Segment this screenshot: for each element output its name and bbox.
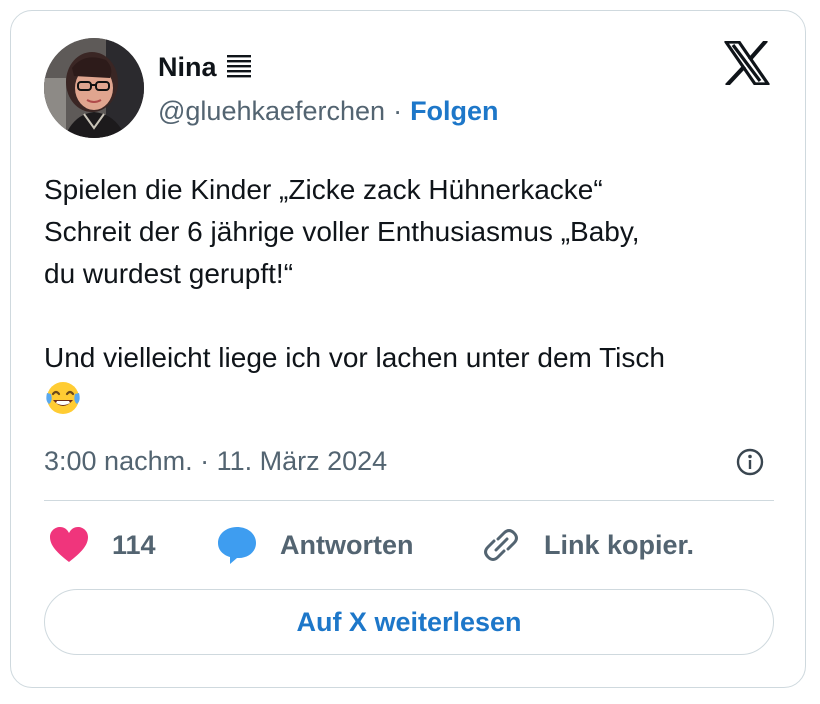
- avatar-image: [44, 38, 144, 138]
- tweet-timestamp[interactable]: 3:00 nachm. · 11. März 2024: [44, 441, 387, 481]
- tweet-line: du wurdest gerupft!“: [44, 258, 294, 289]
- embedded-tweet-card: Nina @gluehkaeferchen · Folgen Spielen d…: [10, 10, 806, 688]
- like-count: 114: [112, 529, 156, 560]
- author-name[interactable]: Nina: [158, 52, 217, 83]
- reply-button[interactable]: Antworten: [216, 523, 413, 567]
- reply-label: Antworten: [280, 529, 414, 560]
- heart-icon: [50, 527, 88, 562]
- info-icon[interactable]: [735, 447, 765, 477]
- link-icon: [484, 529, 518, 561]
- x-logo-icon[interactable]: [724, 41, 770, 85]
- tweet-line: Spielen die Kinder „Zicke zack Hühnerkac…: [44, 174, 603, 205]
- read-on-x-button[interactable]: Auf X weiterlesen: [44, 589, 774, 655]
- avatar[interactable]: [44, 38, 144, 138]
- separator-dot: ·: [393, 95, 403, 126]
- like-button[interactable]: 114: [48, 523, 156, 567]
- tweet-line: Und vielleicht liege ich vor lachen unte…: [44, 342, 665, 373]
- tweet-line: Schreit der 6 jährige voller Enthusiasmu…: [44, 216, 640, 247]
- text-lines-icon: [226, 55, 251, 78]
- speech-bubble-icon: [218, 527, 256, 564]
- author-name-row: Nina: [158, 49, 253, 85]
- tweet-emoji-line: [44, 379, 784, 421]
- copy-link-button[interactable]: Link kopier.: [480, 523, 694, 567]
- copy-link-label: Link kopier.: [544, 529, 695, 560]
- author-handle[interactable]: @gluehkaeferchen: [158, 96, 385, 127]
- follow-button[interactable]: Folgen: [410, 96, 499, 127]
- face-with-tears-of-joy-icon: [46, 382, 80, 414]
- tweet-text: Spielen die Kinder „Zicke zack Hühnerkac…: [44, 169, 784, 421]
- author-handle-row: @gluehkaeferchen · Folgen: [158, 93, 499, 129]
- action-bar: 114 Antworten Link kopier.: [44, 523, 774, 567]
- divider: [44, 500, 774, 501]
